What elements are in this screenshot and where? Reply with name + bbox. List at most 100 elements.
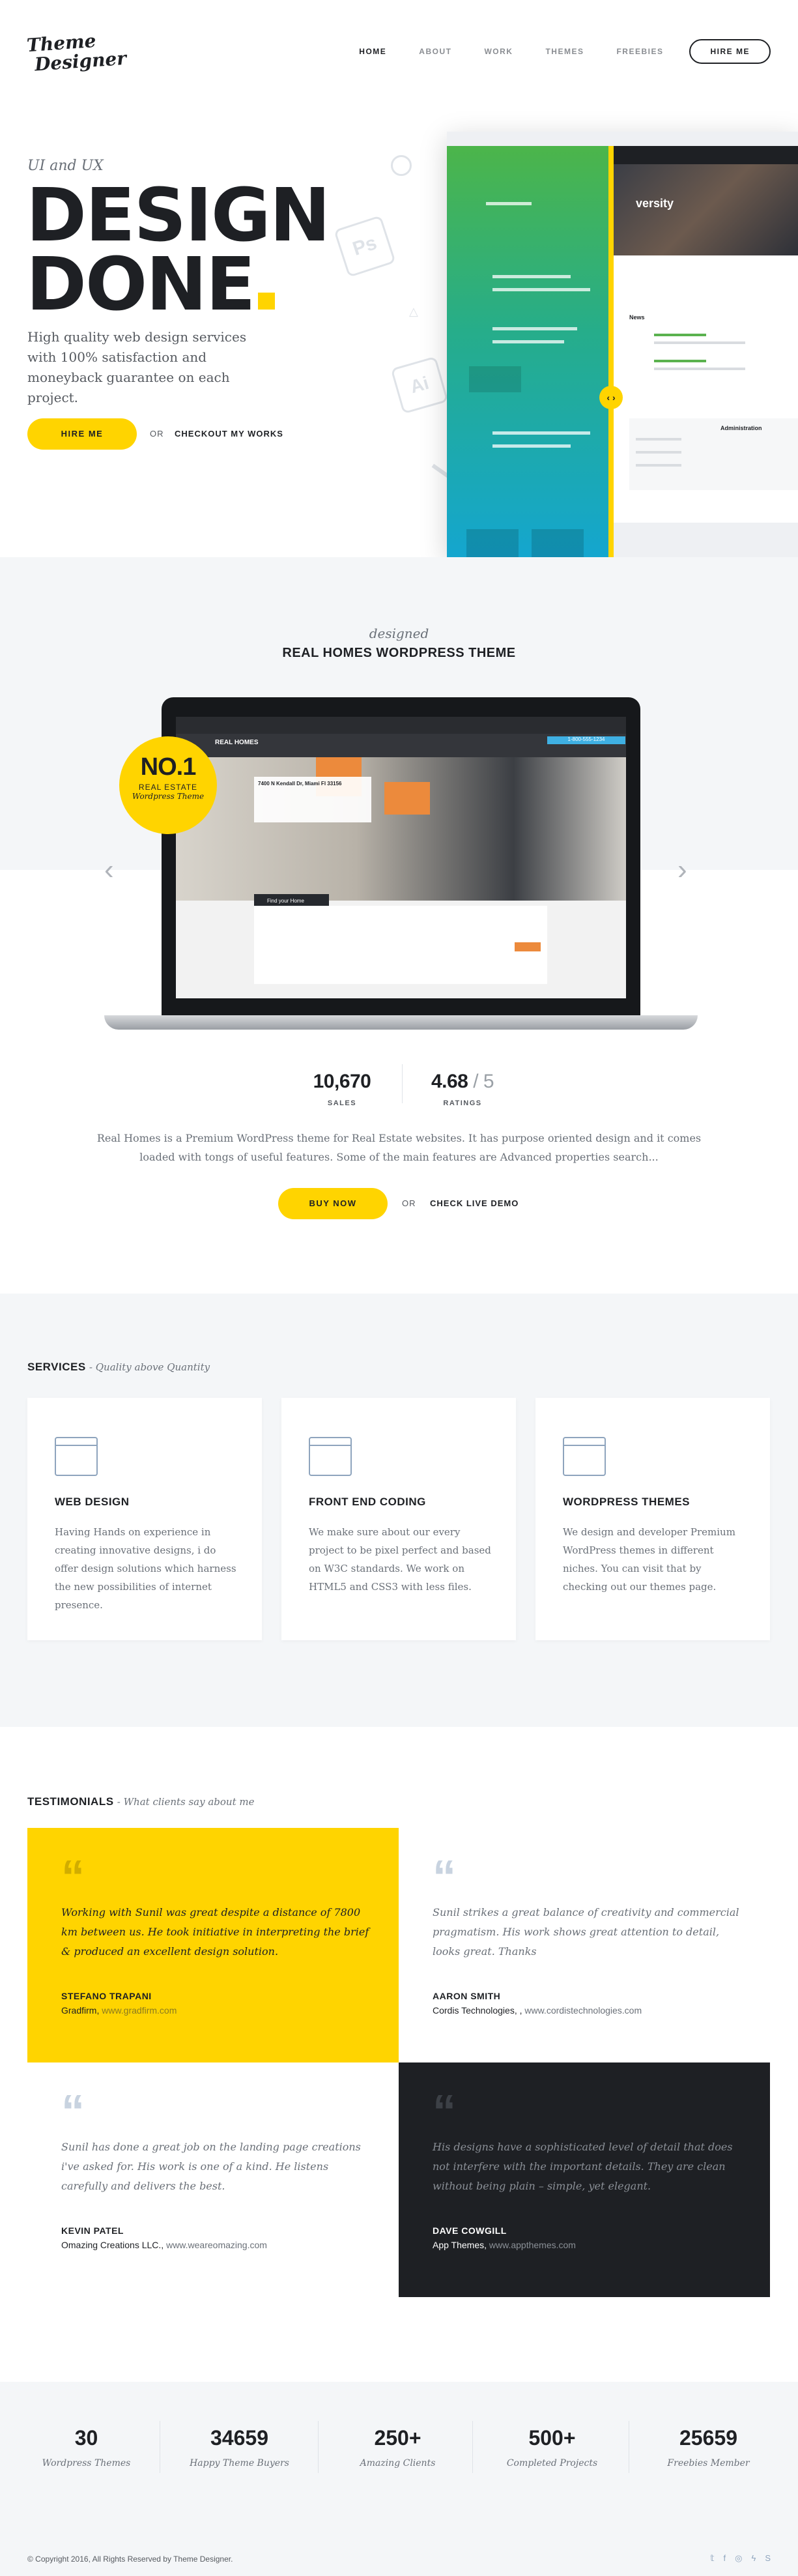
sales-label: SALES [327,1099,357,1107]
prev-arrow-icon[interactable]: ‹ [104,854,114,886]
screen-property-card: 7400 N Kendall Dr, Miami Fl 33156 [254,777,371,822]
illustrator-icon-label: Ai [408,372,431,398]
stacked-windows-icon [563,1437,606,1476]
counter-value: 34659 [210,2426,268,2450]
testimonial-name: STEFANO TRAPANI [61,1991,152,2001]
hero-title: DESIGN DONE [26,179,330,321]
logo-line-2: Designer [34,47,127,76]
company-name: Gradfirm, [61,2005,100,2016]
service-title: FRONT END CODING [309,1496,426,1508]
screen-search-button [515,942,541,951]
laptop-base [104,1015,698,1030]
screen-dropdown [384,782,430,815]
sales-stat: 10,670 SALES [300,1071,384,1107]
mockup-browser-bar [447,132,798,146]
checkout-works-link[interactable]: CHECKOUT MY WORKS [175,429,283,439]
hero-title-word: DONE [26,242,255,327]
mockup-news-line [654,341,745,344]
photoshop-icon: Ps [334,215,396,278]
company-url[interactable]: www.cordistechnologies.com [524,2005,642,2016]
mockup-line [492,431,590,435]
service-title: WEB DESIGN [55,1496,130,1508]
facebook-icon[interactable]: f [723,2553,726,2564]
counter-label: Amazing Clients [360,2458,436,2468]
ratings-stat: 4.68 / 5 RATINGS [420,1071,505,1107]
screen-hero-photo [176,757,626,901]
mockup-heading: versity [636,197,674,210]
quote-icon: “ [433,2086,456,2138]
mockup-news-heading: News [629,314,645,321]
designed-label: designed [369,626,429,641]
comparison-slider-handle[interactable]: ‹ › [599,386,623,409]
ratings-value-row: 4.68 / 5 [420,1071,505,1093]
counter-item: 25659 Freebies Member [629,2426,788,2468]
ratings-value: 4.68 [431,1071,468,1092]
buy-or-text: OR [402,1198,416,1208]
company-url[interactable]: www.gradfirm.com [102,2005,177,2016]
counter-value: 500+ [528,2426,576,2450]
company-name: Cordis Technologies, , [433,2005,522,2016]
mockup-table-line [636,451,681,454]
mockup-line [492,275,571,278]
theme-designer-logo[interactable]: Theme Designer [26,29,127,76]
header-hire-button[interactable]: HIRE ME [689,39,771,64]
nav-about[interactable]: ABOUT [419,47,451,56]
mockup-block [532,529,584,557]
counter-label: Happy Theme Buyers [190,2458,289,2468]
service-text: We make sure about our every project to … [309,1526,491,1593]
buy-now-button[interactable]: BUY NOW [278,1188,388,1219]
testimonials-section: TESTIMONIALS - What clients say about me… [0,1727,798,2382]
ratings-total: / 5 [473,1071,494,1092]
services-title: SERVICES [27,1361,86,1373]
web-design-icon [55,1437,98,1476]
comparison-divider[interactable] [608,146,614,557]
live-demo-link[interactable]: CHECK LIVE DEMO [430,1198,519,1208]
mockup-admin-heading: Administration [720,425,762,431]
screen-find-text: Find your Home [267,898,304,904]
services-heading: SERVICES - Quality above Quantity [27,1361,210,1374]
skype-icon[interactable]: S [765,2553,771,2564]
testimonial-quote: Working with Sunil was great despite a d… [61,1906,369,1958]
no1-badge: NO.1 REAL ESTATE Wordpress Theme [119,736,217,834]
company-url[interactable]: www.appthemes.com [489,2240,576,2250]
hero-or-text: OR [150,429,164,439]
nav-themes[interactable]: THEMES [545,47,584,56]
mockup-news-link [654,334,706,336]
mockup-line [492,288,590,291]
mockup-table [629,418,798,490]
service-card-web-design: WEB DESIGN Having Hands on experience in… [27,1398,262,1640]
sales-value: 10,670 [313,1071,371,1092]
counter-item: 30 Wordpress Themes [7,2426,166,2468]
testimonials-title: TESTIMONIALS [27,1795,114,1808]
illustrator-icon: Ai [390,356,449,414]
company-url[interactable]: www.weareomazing.com [166,2240,267,2250]
mockup-block [466,529,519,557]
nav-work[interactable]: WORK [484,47,513,56]
hero-hire-button[interactable]: HIRE ME [27,418,137,450]
quote-icon: “ [61,2086,85,2138]
theme-description: Real Homes is a Premium WordPress theme … [96,1132,702,1163]
code-window-icon [309,1437,352,1476]
counters-section: 30 Wordpress Themes 34659 Happy Theme Buye… [0,2382,798,2554]
service-card-wordpress: WORDPRESS THEMES We design and developer… [535,1398,770,1640]
services-subtitle: - Quality above Quantity [89,1361,210,1373]
hero-lead-text: High quality web design services with 10… [27,329,247,405]
flash-icon[interactable]: ϟ [751,2553,756,2564]
nav-home[interactable]: HOME [359,47,386,56]
testimonials-subtitle: - What clients say about me [117,1796,255,1808]
company-name: Omazing Creations LLC., [61,2240,164,2250]
testimonial-name: KEVIN PATEL [61,2225,124,2236]
circle-shape-icon [391,155,412,176]
yellow-dot [258,293,276,310]
counter-label: Wordpress Themes [42,2458,131,2468]
nav-freebies[interactable]: FREEBIES [616,47,663,56]
mockup-line [492,340,564,343]
laptop-screenshot: REAL HOMES 1-800-555-1234 7400 N Kendall… [162,697,640,1015]
dribbble-icon[interactable]: ◎ [735,2553,742,2564]
service-card-front-end: FRONT END CODING We make sure about our … [281,1398,516,1640]
next-arrow-icon[interactable]: › [677,854,687,886]
counter-item: 34659 Happy Theme Buyers [160,2426,319,2468]
badge-line-2: Wordpress Theme [132,792,205,801]
testimonials-heading: TESTIMONIALS - What clients say about me [27,1795,255,1808]
twitter-icon[interactable]: 𝕥 [710,2553,714,2564]
